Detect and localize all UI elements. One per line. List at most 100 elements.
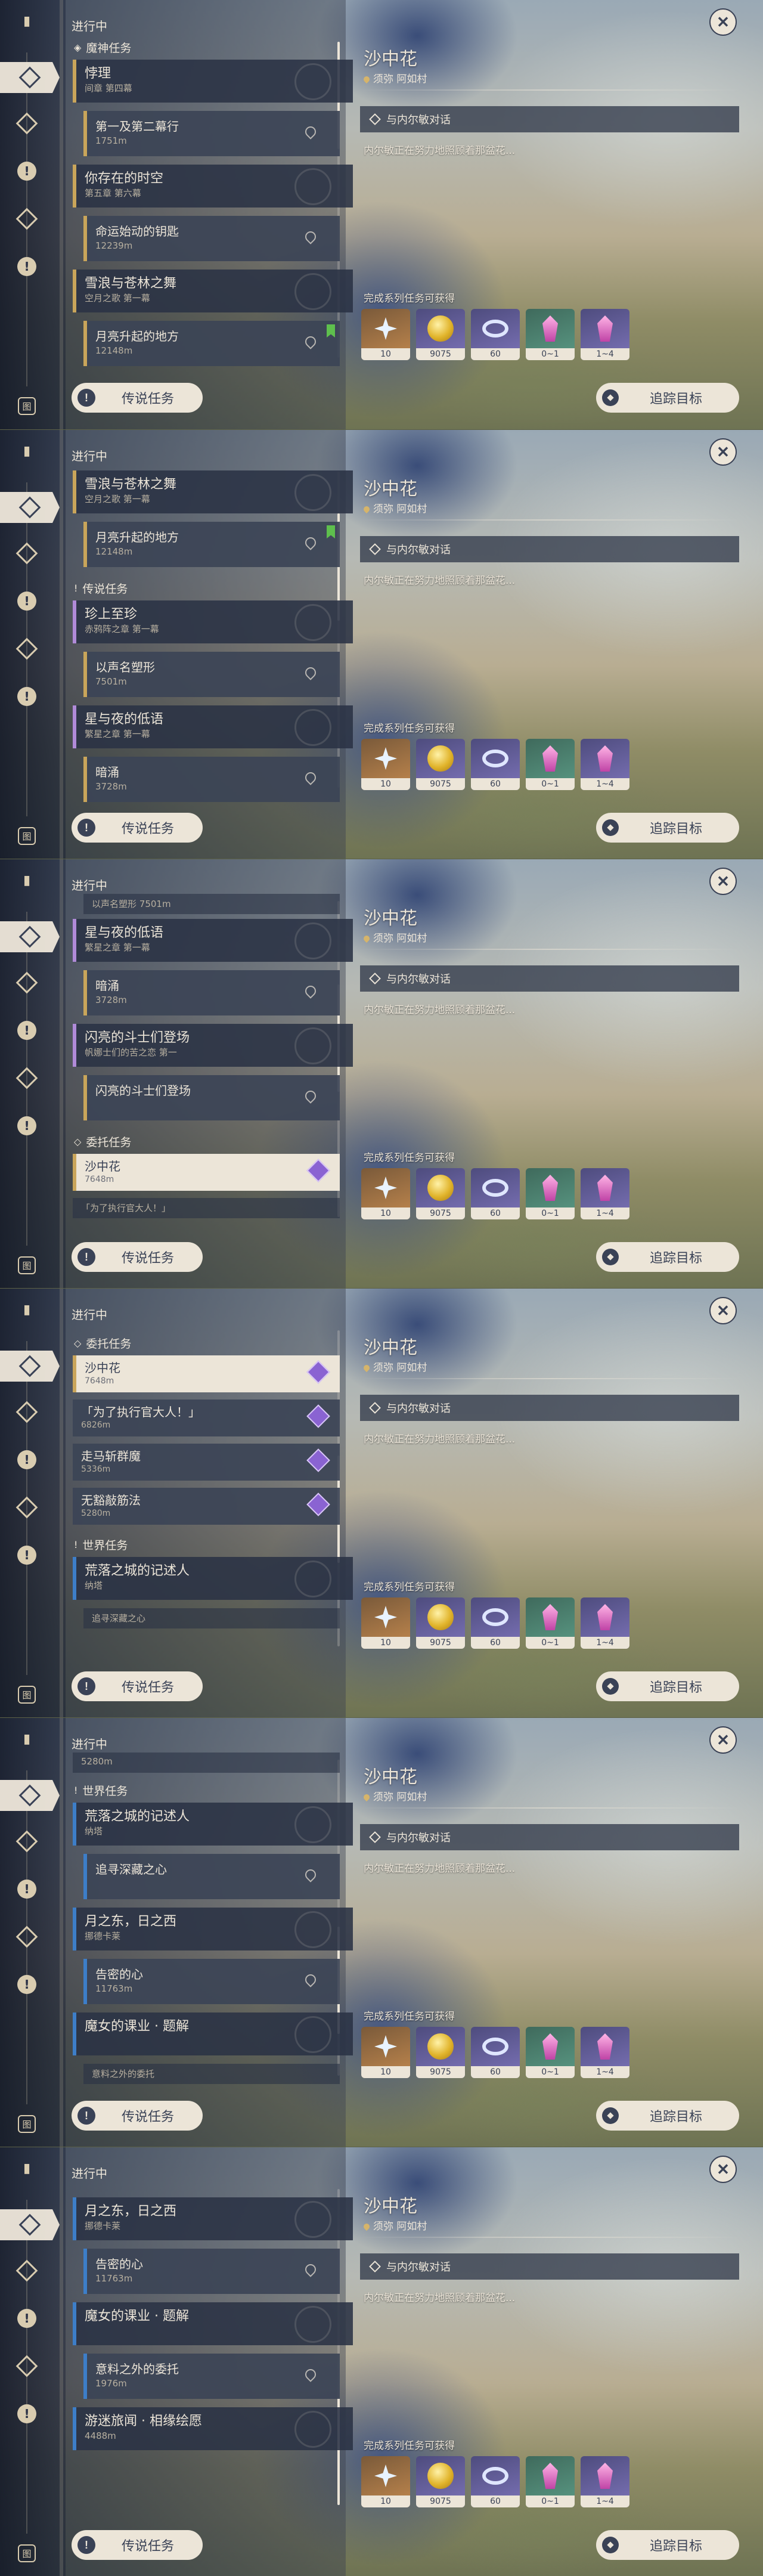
archon-quests-tab[interactable] — [15, 112, 38, 135]
track-objective-button[interactable]: 追踪目标 — [596, 2101, 739, 2131]
archon-quests-tab[interactable] — [15, 2259, 38, 2282]
commission-officer[interactable]: 「为了执行官大人！」 6826m — [73, 1400, 340, 1436]
world-quests-tab[interactable]: ! — [17, 1116, 37, 1136]
reward-adventure-exp[interactable]: 60 — [471, 2027, 520, 2078]
quest-your-time[interactable]: 你存在的时空 第五章 第六幕 — [73, 165, 353, 208]
commission-quests-tab[interactable] — [15, 637, 38, 660]
quest-step[interactable]: 暗涌 3728m — [83, 970, 340, 1015]
archon-quests-tab[interactable] — [15, 1830, 38, 1853]
quest-moon-east[interactable]: 月之东，日之西 挪德卡莱 — [73, 2197, 353, 2240]
all-quests-tab[interactable] — [0, 1351, 60, 1382]
quest-map-icon[interactable]: 图 — [18, 397, 36, 415]
legend-quest-button[interactable]: ! 传说任务 — [72, 2101, 203, 2131]
reward-primogem[interactable]: 10 — [361, 1168, 410, 1219]
reward-mora[interactable]: 9075 — [416, 1597, 465, 1649]
reward-adventure-exp[interactable]: 60 — [471, 739, 520, 790]
quest-witch[interactable]: 魔女的课业 · 题解 — [73, 2302, 353, 2345]
quest-step[interactable]: 告密的心 11763m — [83, 1959, 340, 2004]
world-quests-tab[interactable]: ! — [17, 2404, 37, 2424]
all-quests-tab[interactable] — [0, 1780, 60, 1811]
quest-map-icon[interactable]: 图 — [18, 1256, 36, 1274]
quest-travel[interactable]: 游迷旅闻 · 相缘绘愿 4488m — [73, 2407, 353, 2450]
quest-ruins[interactable]: 荒落之城的记述人 纳塔 — [73, 1557, 353, 1600]
quest-step[interactable]: 第一及第二幕行 1751m — [83, 111, 340, 156]
archon-quests-tab[interactable] — [15, 971, 38, 994]
reward-adventure-exp[interactable]: 60 — [471, 309, 520, 360]
reward-primogem[interactable]: 10 — [361, 1597, 410, 1649]
reward-mora[interactable]: 9075 — [416, 2027, 465, 2078]
story-quests-tab[interactable]: ! — [17, 1879, 37, 1899]
track-objective-button[interactable]: 追踪目标 — [596, 1242, 739, 1272]
quest-stars[interactable]: 星与夜的低语 繁星之章 第一幕 — [73, 705, 353, 748]
quest-step[interactable]: 月亮升起的地方 12148m — [83, 522, 340, 567]
commission-quests-tab[interactable] — [15, 208, 38, 230]
quest-book-icon[interactable]: ▮ — [17, 441, 37, 461]
commission-quests-tab[interactable] — [15, 2355, 38, 2377]
world-quests-tab[interactable]: ! — [17, 1974, 37, 1995]
quest-stars[interactable]: 星与夜的低语 繁星之章 第一幕 — [73, 919, 353, 962]
reward-crystal-large[interactable]: 1~4 — [581, 309, 629, 360]
quest-snow[interactable]: 雪浪与苍林之舞 空月之歌 第一幕 — [73, 270, 353, 312]
quest-map-icon[interactable]: 图 — [18, 2115, 36, 2133]
reward-mora[interactable]: 9075 — [416, 739, 465, 790]
story-quests-tab[interactable]: ! — [17, 1020, 37, 1041]
world-quests-tab[interactable]: ! — [17, 1545, 37, 1565]
reward-primogem[interactable]: 10 — [361, 2027, 410, 2078]
commission-sand-selected[interactable]: 沙中花 7648m — [73, 1355, 340, 1392]
quest-step[interactable]: 告密的心 11763m — [83, 2249, 340, 2294]
quest-map-icon[interactable]: 图 — [18, 1686, 36, 1704]
story-quests-tab[interactable]: ! — [17, 161, 37, 181]
close-button[interactable]: ✕ — [709, 8, 737, 36]
quest-map-icon[interactable]: 图 — [18, 827, 36, 845]
all-quests-tab[interactable] — [0, 921, 60, 952]
legend-quest-button[interactable]: ! 传说任务 — [72, 2530, 203, 2560]
reward-crystal-large[interactable]: 1~4 — [581, 2456, 629, 2507]
quest-book-icon[interactable]: ▮ — [17, 870, 37, 890]
commission-horse[interactable]: 走马斩群魔 5336m — [73, 1444, 340, 1481]
quest-witch[interactable]: 魔女的课业 · 题解 — [73, 2012, 353, 2055]
commission-quests-tab[interactable] — [15, 1496, 38, 1519]
archon-quests-tab[interactable] — [15, 1401, 38, 1423]
legend-quest-button[interactable]: ! 传说任务 — [72, 813, 203, 843]
quest-step[interactable]: 月亮升起的地方 12148m — [83, 321, 340, 366]
track-objective-button[interactable]: 追踪目标 — [596, 383, 739, 413]
legend-quest-button[interactable]: ! 传说任务 — [72, 383, 203, 413]
legend-quest-button[interactable]: ! 传说任务 — [72, 1242, 203, 1272]
track-objective-button[interactable]: 追踪目标 — [596, 1671, 739, 1701]
reward-crystal-large[interactable]: 1~4 — [581, 739, 629, 790]
quest-book-icon[interactable]: ▮ — [17, 1729, 37, 1749]
reward-mora[interactable]: 9075 — [416, 2456, 465, 2507]
quest-treasure[interactable]: 珍上至珍 赤鸦阵之章 第一幕 — [73, 600, 353, 643]
quest-fighters[interactable]: 闪亮的斗士们登场 帆娜士们的苦之恋 第一 — [73, 1024, 353, 1067]
quest-book-icon[interactable]: ▮ — [17, 11, 37, 31]
reward-adventure-exp[interactable]: 60 — [471, 1168, 520, 1219]
quest-step[interactable]: 闪亮的斗士们登场 — [83, 1075, 340, 1120]
reward-crystal-small[interactable]: 0~1 — [526, 1597, 575, 1649]
quest-snow[interactable]: 雪浪与苍林之舞 空月之歌 第一幕 — [73, 470, 353, 513]
close-button[interactable]: ✕ — [709, 868, 737, 895]
commission-noblade[interactable]: 无豁敲筋法 5280m — [73, 1488, 340, 1525]
commission-quests-tab[interactable] — [15, 1067, 38, 1089]
reward-mora[interactable]: 9075 — [416, 1168, 465, 1219]
reward-crystal-large[interactable]: 1~4 — [581, 1168, 629, 1219]
quest-book-icon[interactable]: ▮ — [17, 2158, 37, 2178]
reward-crystal-small[interactable]: 0~1 — [526, 1168, 575, 1219]
reward-adventure-exp[interactable]: 60 — [471, 2456, 520, 2507]
close-button[interactable]: ✕ — [709, 2156, 737, 2183]
reward-primogem[interactable]: 10 — [361, 309, 410, 360]
quest-step[interactable]: 暗涌 3728m — [83, 757, 340, 802]
legend-quest-button[interactable]: ! 传说任务 — [72, 1671, 203, 1701]
story-quests-tab[interactable]: ! — [17, 2308, 37, 2329]
quest-map-icon[interactable]: 图 — [18, 2544, 36, 2562]
all-quests-tab[interactable] — [0, 2209, 60, 2240]
track-objective-button[interactable]: 追踪目标 — [596, 2530, 739, 2560]
all-quests-tab[interactable] — [0, 62, 60, 93]
all-quests-tab[interactable] — [0, 492, 60, 523]
reward-mora[interactable]: 9075 — [416, 309, 465, 360]
reward-crystal-small[interactable]: 0~1 — [526, 309, 575, 360]
world-quests-tab[interactable]: ! — [17, 256, 37, 277]
quest-ruins[interactable]: 荒落之城的记述人 纳塔 — [73, 1803, 353, 1846]
story-quests-tab[interactable]: ! — [17, 1450, 37, 1470]
track-objective-button[interactable]: 追踪目标 — [596, 813, 739, 843]
close-button[interactable]: ✕ — [709, 438, 737, 466]
